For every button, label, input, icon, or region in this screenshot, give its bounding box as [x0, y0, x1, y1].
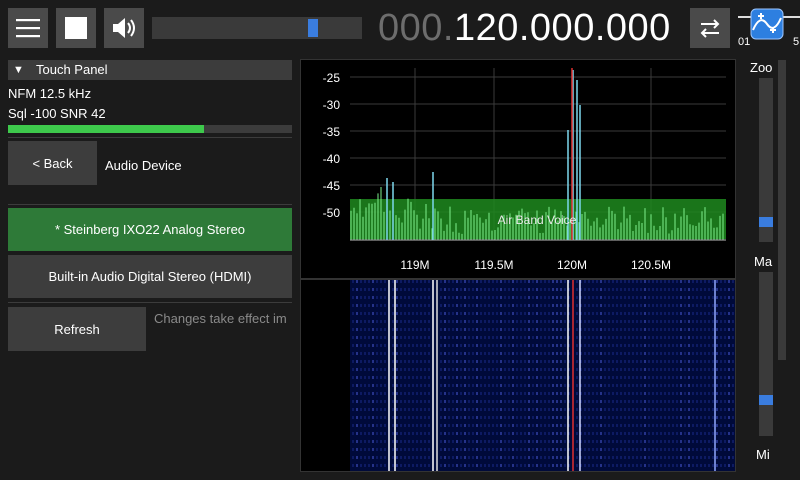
- frequency-value[interactable]: 120.000.000: [454, 7, 671, 49]
- zoom-slider[interactable]: [759, 78, 773, 242]
- waterfall-display[interactable]: [300, 279, 736, 472]
- collapse-triangle-icon: ▼: [13, 64, 24, 76]
- min-label: Mi: [756, 447, 770, 462]
- sdr-app-icon: [750, 8, 784, 40]
- changes-note: Changes take effect im: [154, 311, 287, 326]
- touch-panel-title: Touch Panel: [36, 62, 108, 77]
- y-tick-label: -25: [323, 71, 341, 85]
- panel-scrollbar[interactable]: [778, 60, 786, 360]
- speaker-volume-icon: [113, 18, 135, 38]
- y-tick-label: -35: [323, 125, 341, 139]
- zoom-label: Zoo: [750, 60, 773, 75]
- signal-level-bar: [8, 125, 292, 133]
- volume-slider[interactable]: [152, 17, 362, 39]
- spectrum-plot[interactable]: Air Band Voice -25 -30 -35 -40 -45 -50 119M 11…: [300, 59, 736, 279]
- x-tick-label: 119.5M: [474, 258, 513, 272]
- frequency-prefix[interactable]: 000.: [378, 7, 454, 49]
- volume-button[interactable]: [104, 8, 144, 48]
- frequency-display[interactable]: 000.120.000.000: [378, 2, 671, 52]
- divider: [8, 204, 292, 205]
- divider: [8, 137, 292, 138]
- y-tick-label: -45: [323, 179, 341, 193]
- app-icon[interactable]: [750, 8, 784, 40]
- mode-info: NFM 12.5 kHz: [8, 86, 92, 101]
- hamburger-menu-icon: [16, 19, 40, 38]
- back-button[interactable]: < Back: [8, 141, 97, 185]
- squelch-snr-info: Sql -100 SNR 42: [8, 106, 106, 121]
- stop-square-icon: [65, 17, 87, 39]
- device-option-hdmi[interactable]: Built-in Audio Digital Stereo (HDMI): [8, 255, 292, 298]
- signal-level-fill: [8, 125, 204, 133]
- swap-button[interactable]: [690, 8, 730, 48]
- volume-slider-knob[interactable]: [308, 19, 318, 37]
- device-option-steinberg[interactable]: * Steinberg IXO22 Analog Stereo: [8, 208, 292, 251]
- x-tick-label: 119M: [400, 258, 429, 272]
- band-label: Air Band Voice: [498, 213, 577, 227]
- refresh-button[interactable]: Refresh: [8, 307, 146, 351]
- max-label: Ma: [754, 254, 773, 269]
- max-level-slider-knob[interactable]: [759, 395, 773, 405]
- section-title: Audio Device: [105, 158, 182, 173]
- max-level-slider[interactable]: [759, 272, 773, 436]
- swap-arrows-icon: [700, 19, 720, 38]
- mini-scale-right: 5: [793, 36, 800, 48]
- menu-button[interactable]: [8, 8, 48, 48]
- x-tick-label: 120M: [557, 258, 587, 272]
- stop-button[interactable]: [56, 8, 96, 48]
- mini-scale-left: 01: [738, 36, 751, 48]
- touch-panel-header[interactable]: ▼ Touch Panel: [8, 60, 292, 80]
- x-tick-label: 120.5M: [631, 258, 671, 272]
- zoom-slider-knob[interactable]: [759, 217, 773, 227]
- y-tick-label: -30: [323, 98, 341, 112]
- divider: [8, 302, 292, 303]
- y-tick-label: -40: [323, 152, 341, 166]
- y-tick-label: -50: [323, 206, 341, 220]
